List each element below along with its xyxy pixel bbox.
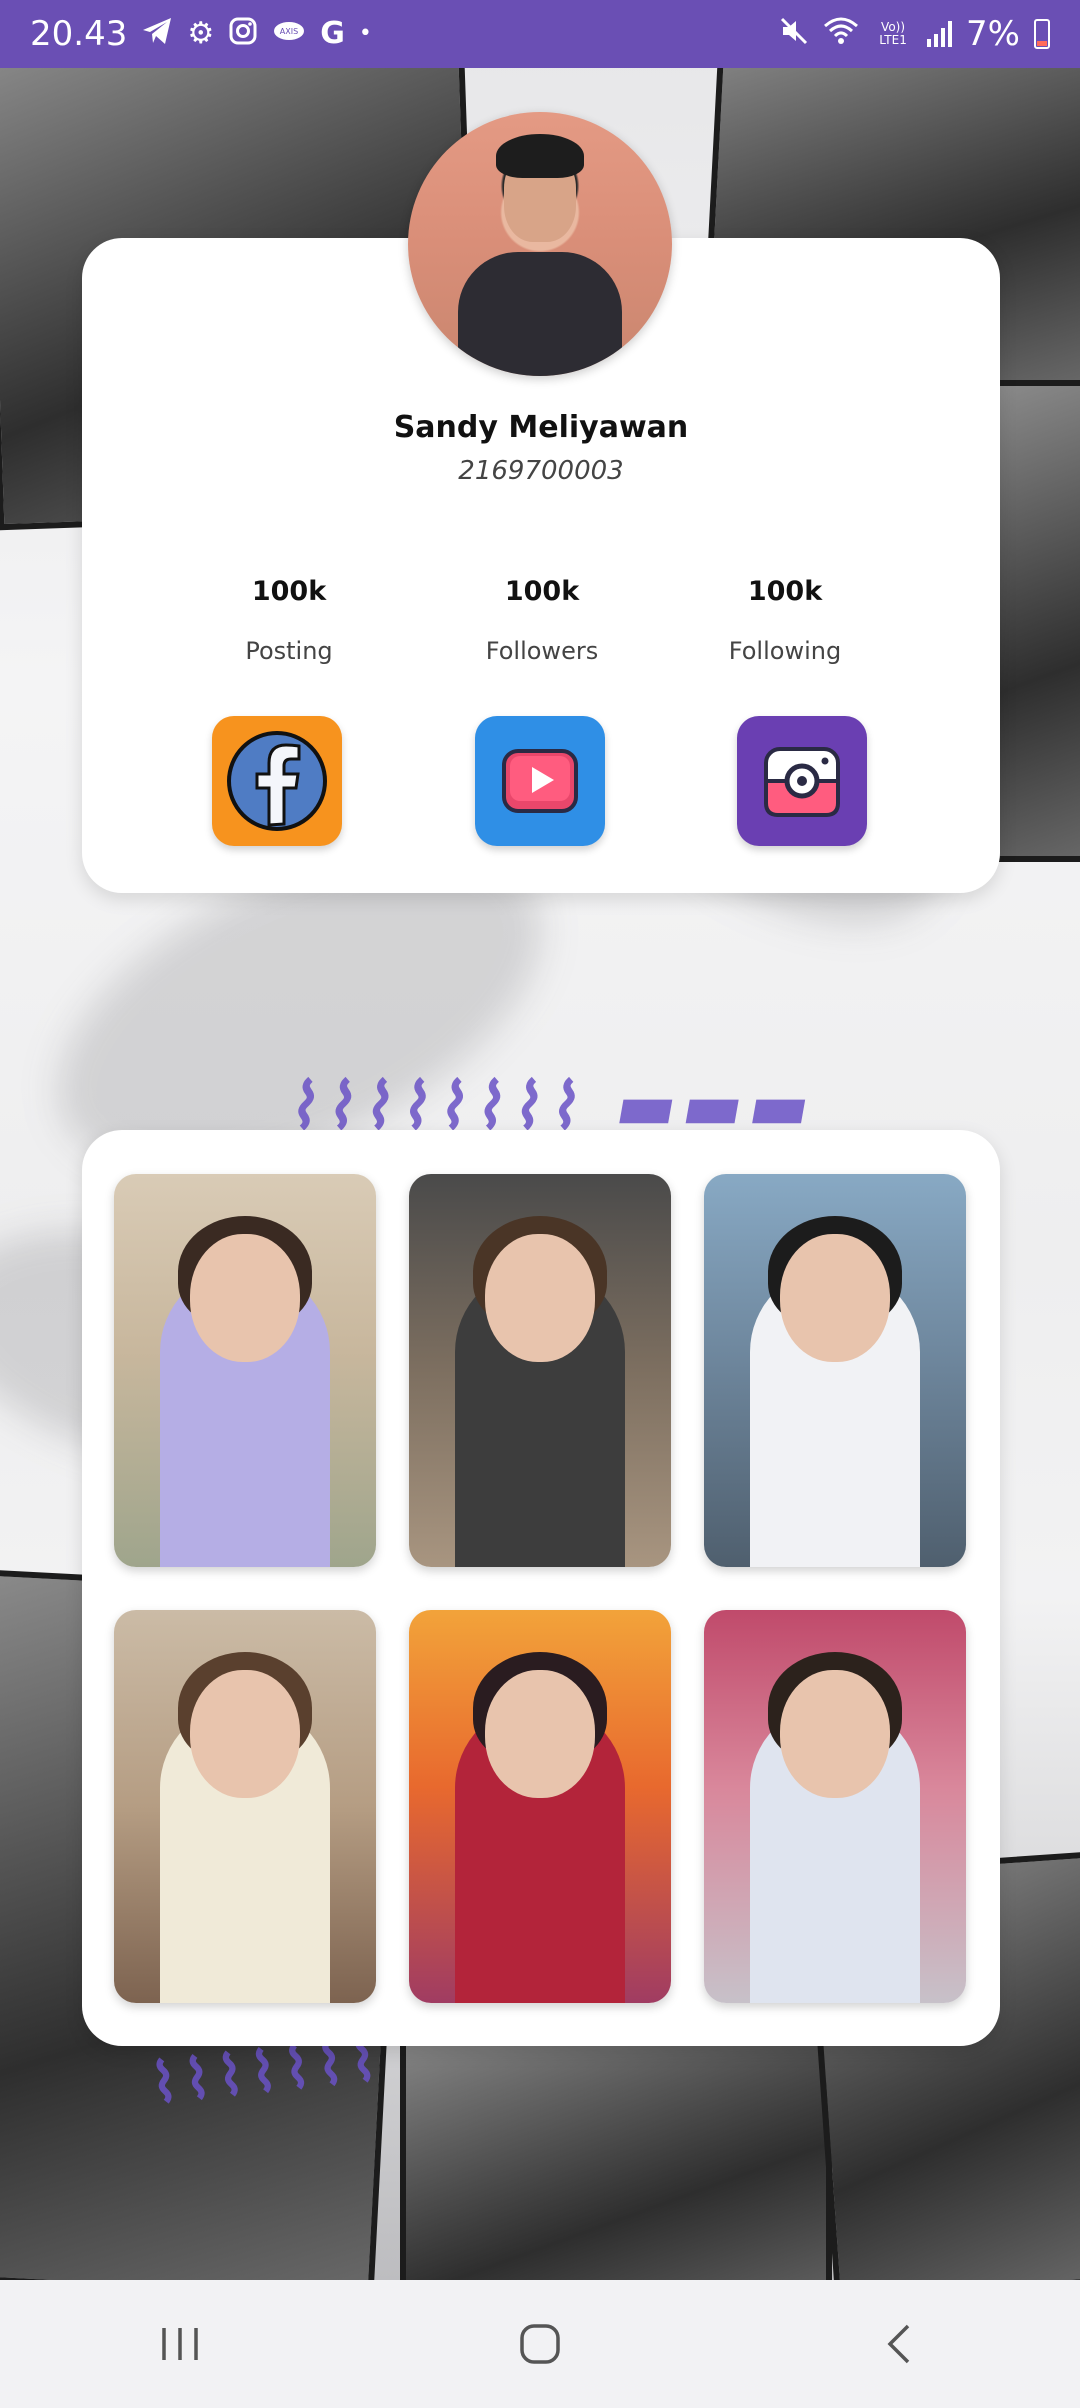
photo-face — [190, 1234, 300, 1362]
signal-icon — [927, 21, 953, 47]
facebook-button[interactable] — [212, 716, 342, 846]
gallery-photo[interactable] — [409, 1174, 671, 1567]
profile-avatar[interactable] — [408, 112, 672, 376]
avatar-hair — [496, 134, 584, 178]
volte-icon: Vo)) LTE1 — [879, 20, 907, 47]
photo-face — [780, 1234, 890, 1362]
stat-label: Posting — [245, 637, 333, 665]
battery-icon — [1034, 19, 1050, 49]
stat-label: Followers — [485, 637, 599, 665]
stat-followers[interactable]: 100k Followers — [452, 576, 632, 665]
facebook-icon — [227, 731, 327, 831]
photo-face — [780, 1670, 890, 1798]
back-button[interactable] — [840, 2304, 960, 2384]
axis-icon: AXIS — [272, 19, 306, 49]
photo-face — [485, 1234, 595, 1362]
photo-face — [190, 1670, 300, 1798]
settings-icon: ⚙ — [187, 16, 215, 51]
stat-value: 100k — [747, 576, 823, 607]
wifi-icon — [823, 16, 859, 52]
background-photo — [400, 2020, 832, 2280]
status-bar: 20.43 ⚙ AXIS G • Vo)) LTE1 7% — [0, 0, 1080, 68]
background-photo — [990, 380, 1080, 862]
gallery-photo[interactable] — [114, 1174, 376, 1567]
avatar-shirt — [458, 252, 622, 376]
stat-value: 100k — [251, 576, 327, 607]
profile-id: 2169700003 — [458, 456, 624, 486]
google-icon: G — [320, 16, 345, 51]
stat-label: Following — [728, 637, 842, 665]
gallery-photo[interactable] — [704, 1174, 966, 1567]
recent-apps-icon — [162, 2328, 198, 2360]
home-button[interactable] — [480, 2304, 600, 2384]
status-time: 20.43 — [30, 14, 128, 54]
gallery-card — [82, 1130, 1000, 2046]
home-icon — [520, 2324, 560, 2364]
camera-button[interactable] — [737, 716, 867, 846]
dot-icon: • — [358, 21, 372, 46]
camera-icon — [764, 747, 840, 817]
youtube-icon — [502, 749, 578, 813]
mute-icon — [779, 16, 809, 52]
stat-following[interactable]: 100k Following — [695, 576, 875, 665]
stat-posting[interactable]: 100k Posting — [199, 576, 379, 665]
svg-text:AXIS: AXIS — [280, 27, 298, 36]
gallery-photo[interactable] — [409, 1610, 671, 2003]
youtube-button[interactable] — [475, 716, 605, 846]
photo-face — [485, 1670, 595, 1798]
gallery-photo[interactable] — [114, 1610, 376, 2003]
system-navigation-bar — [0, 2280, 1080, 2408]
recent-apps-button[interactable] — [120, 2304, 240, 2384]
stat-value: 100k — [504, 576, 580, 607]
back-icon — [887, 2324, 910, 2364]
gallery-photo[interactable] — [704, 1610, 966, 2003]
instagram-icon — [228, 16, 258, 52]
telegram-icon — [141, 16, 173, 52]
battery-percentage: 7% — [966, 14, 1020, 54]
profile-name: Sandy Meliyawan — [393, 410, 689, 445]
